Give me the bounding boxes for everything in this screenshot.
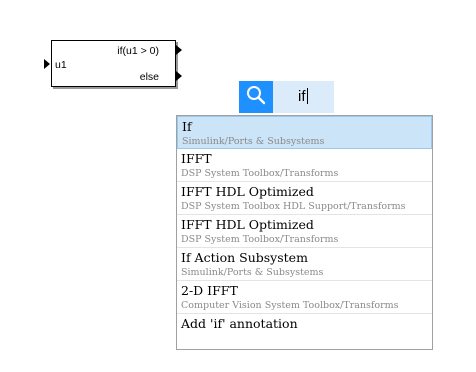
add-annotation-item[interactable]: Add 'if' annotation bbox=[177, 314, 432, 334]
item-path: DSP System Toolbox/Transforms bbox=[181, 234, 339, 245]
item-name: If Action Subsystem bbox=[181, 250, 308, 265]
list-item[interactable]: If Action Subsystem Simulink/Ports & Sub… bbox=[177, 248, 432, 281]
input-port-arrow[interactable] bbox=[44, 59, 50, 69]
list-item[interactable]: IFFT HDL Optimized DSP System Toolbox/Tr… bbox=[177, 215, 432, 248]
item-path: Simulink/Ports & Subsystems bbox=[181, 267, 324, 278]
item-name: 2-D IFFT bbox=[181, 283, 238, 298]
item-name: IFFT HDL Optimized bbox=[181, 217, 314, 232]
list-item[interactable]: 2-D IFFT Computer Vision System Toolbox/… bbox=[177, 281, 432, 314]
output-if-label: if(u1 > 0) bbox=[117, 45, 159, 57]
list-item[interactable]: If Simulink/Ports & Subsystems bbox=[177, 116, 432, 149]
item-path: Simulink/Ports & Subsystems bbox=[182, 136, 325, 147]
list-item[interactable]: IFFT DSP System Toolbox/Transforms bbox=[177, 149, 432, 182]
item-name: IFFT HDL Optimized bbox=[181, 184, 314, 199]
item-path: Computer Vision System Toolbox/Transform… bbox=[181, 300, 399, 311]
item-name: If bbox=[182, 119, 192, 134]
item-path: DSP System Toolbox/Transforms bbox=[181, 168, 339, 179]
search-icon bbox=[246, 85, 266, 110]
item-name: IFFT bbox=[181, 151, 212, 166]
output-else-label: else bbox=[139, 71, 159, 83]
search-input-value: if bbox=[298, 88, 306, 105]
if-block[interactable]: u1 if(u1 > 0) else bbox=[51, 40, 176, 87]
search-button[interactable] bbox=[239, 81, 273, 113]
output-port-if-arrow[interactable] bbox=[176, 45, 182, 55]
search-input[interactable]: if bbox=[273, 81, 334, 113]
input-port-label: u1 bbox=[55, 59, 67, 71]
text-caret bbox=[306, 88, 308, 104]
output-port-else-arrow[interactable] bbox=[176, 71, 182, 81]
item-path: DSP System Toolbox HDL Support/Transform… bbox=[181, 201, 406, 212]
suggestion-list[interactable]: If Simulink/Ports & Subsystems IFFT DSP … bbox=[176, 115, 433, 350]
list-item[interactable]: IFFT HDL Optimized DSP System Toolbox HD… bbox=[177, 182, 432, 215]
